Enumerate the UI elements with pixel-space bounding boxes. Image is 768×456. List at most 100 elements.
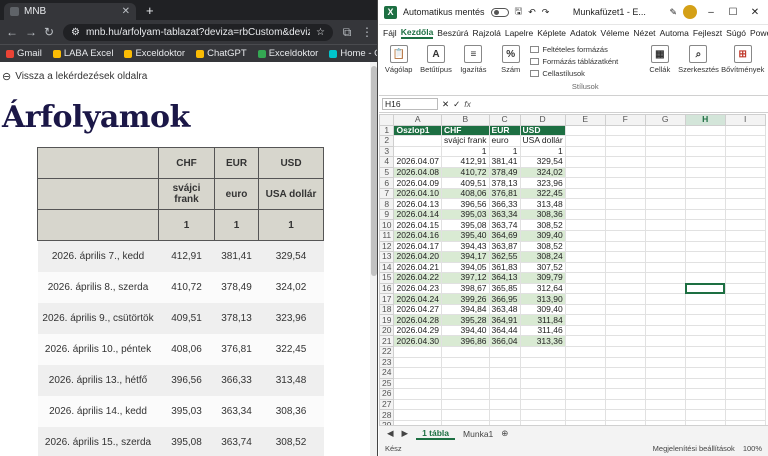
cell[interactable] — [644, 124, 686, 137]
cell[interactable] — [488, 346, 521, 358]
cell[interactable] — [684, 346, 726, 358]
cell[interactable]: 1 — [488, 145, 521, 158]
cell[interactable] — [604, 324, 646, 337]
formula-input[interactable] — [475, 98, 768, 110]
cell[interactable] — [644, 303, 686, 316]
cell[interactable] — [441, 367, 490, 379]
bookmark-star-icon[interactable]: ☆ — [316, 27, 325, 38]
cell[interactable] — [564, 261, 606, 274]
cond-format-button[interactable]: Feltételes formázás — [530, 45, 640, 54]
cell[interactable]: 381,41 — [488, 156, 521, 168]
cell[interactable] — [724, 293, 766, 305]
next-sheet-icon[interactable]: ▶ — [402, 428, 409, 439]
cell[interactable] — [604, 303, 646, 316]
cell[interactable] — [724, 198, 766, 210]
pen-icon[interactable]: ✎ — [669, 7, 677, 18]
cell[interactable] — [684, 177, 726, 189]
cell[interactable] — [724, 251, 766, 263]
cell[interactable] — [393, 377, 443, 390]
cell[interactable] — [644, 251, 686, 263]
cell[interactable] — [684, 324, 726, 337]
cell[interactable] — [604, 124, 646, 137]
cell[interactable] — [644, 367, 686, 379]
ribbon-tab[interactable]: Lapelre — [505, 28, 533, 38]
cell[interactable] — [684, 198, 726, 210]
column-header[interactable]: A — [393, 114, 443, 126]
cell[interactable] — [684, 409, 726, 421]
cell[interactable] — [604, 282, 646, 295]
cell[interactable] — [604, 135, 646, 147]
ribbon-tab[interactable]: Véleme — [601, 28, 630, 38]
row-header[interactable]: 12 — [379, 240, 395, 253]
cell[interactable]: 2026.04.10 — [393, 187, 443, 200]
save-icon[interactable]: 🖫 — [515, 4, 523, 20]
cell[interactable] — [441, 388, 490, 400]
cell[interactable] — [604, 240, 646, 253]
cell[interactable] — [724, 208, 766, 221]
cell[interactable] — [519, 346, 566, 358]
cell[interactable] — [644, 409, 686, 421]
cell[interactable]: USD — [519, 124, 566, 137]
cell[interactable] — [519, 409, 566, 421]
cell[interactable] — [644, 356, 686, 369]
cell[interactable]: 378,49 — [488, 166, 521, 179]
cell[interactable] — [724, 346, 766, 358]
cell[interactable]: 2026.04.09 — [393, 177, 443, 189]
cell[interactable] — [684, 208, 726, 221]
ribbon-tab[interactable]: Képlete — [537, 28, 566, 38]
cell[interactable] — [644, 314, 686, 326]
row-header[interactable]: 25 — [379, 377, 395, 390]
cell[interactable] — [519, 367, 566, 379]
cell[interactable] — [684, 272, 726, 284]
cell[interactable] — [564, 272, 606, 284]
row-header[interactable]: 26 — [379, 388, 395, 400]
sheet-tab-2[interactable]: Munka1 — [463, 429, 493, 439]
cell[interactable] — [644, 187, 686, 200]
minimize-icon[interactable]: – — [703, 7, 719, 18]
cell[interactable] — [441, 356, 490, 369]
cell[interactable] — [441, 409, 490, 421]
cell[interactable] — [488, 377, 521, 390]
ribbon-tab[interactable]: Power P — [750, 28, 768, 38]
cell[interactable]: 376,81 — [488, 187, 521, 200]
cell[interactable] — [604, 145, 646, 158]
cell[interactable] — [684, 335, 726, 348]
cell[interactable] — [393, 398, 443, 411]
cell[interactable] — [684, 145, 726, 158]
cell[interactable]: 364,44 — [488, 324, 521, 337]
reload-icon[interactable]: ↻ — [44, 25, 54, 39]
cell[interactable]: 308,52 — [519, 219, 566, 231]
cell[interactable] — [604, 261, 646, 274]
cell[interactable]: 2026.04.24 — [393, 293, 443, 305]
cell[interactable] — [684, 187, 726, 200]
cell[interactable] — [684, 240, 726, 253]
cell[interactable]: 362,55 — [488, 251, 521, 263]
cell[interactable] — [724, 230, 766, 242]
cell[interactable]: 378,13 — [488, 177, 521, 189]
cell[interactable]: 2026.04.17 — [393, 240, 443, 253]
cell[interactable] — [684, 303, 726, 316]
row-header[interactable]: 9 — [379, 208, 395, 221]
cell[interactable] — [684, 293, 726, 305]
cell[interactable]: 364,69 — [488, 230, 521, 242]
cell[interactable] — [488, 398, 521, 411]
cell[interactable] — [644, 335, 686, 348]
cell[interactable] — [684, 388, 726, 400]
cell[interactable]: 366,95 — [488, 293, 521, 305]
cell[interactable] — [724, 388, 766, 400]
bookmark-chatgpt[interactable]: ChatGPT — [196, 48, 247, 59]
cell[interactable]: 395,28 — [441, 314, 490, 326]
cell[interactable] — [644, 208, 686, 221]
cell[interactable] — [604, 198, 646, 210]
cell[interactable] — [564, 388, 606, 400]
cell[interactable]: 396,56 — [441, 198, 490, 210]
cell[interactable]: 312,64 — [519, 282, 566, 295]
cell[interactable] — [644, 388, 686, 400]
align-group[interactable]: ≡ Igazítás — [456, 43, 491, 74]
cell[interactable] — [684, 156, 726, 168]
bookmark-laba-excel[interactable]: LABA Excel — [52, 48, 113, 59]
row-header[interactable]: 5 — [379, 166, 395, 179]
cell[interactable] — [604, 367, 646, 379]
active-cell[interactable] — [684, 282, 726, 295]
cell[interactable] — [564, 398, 606, 411]
